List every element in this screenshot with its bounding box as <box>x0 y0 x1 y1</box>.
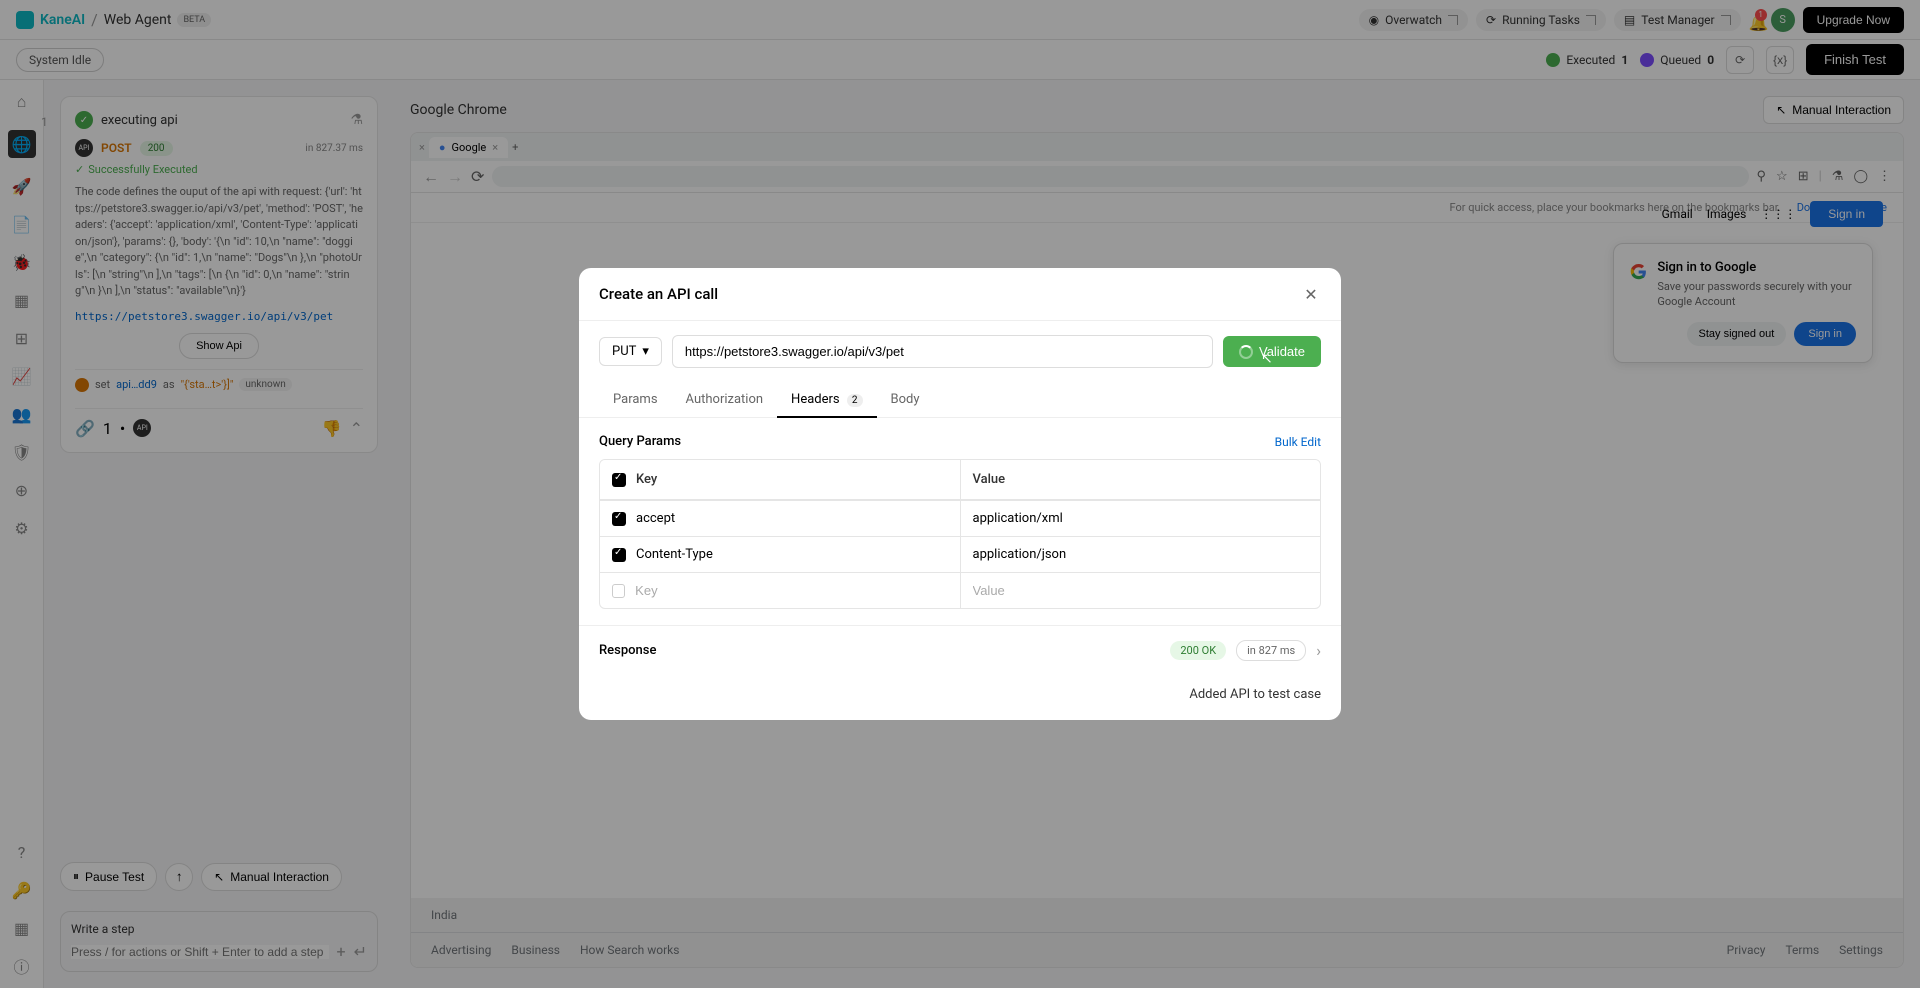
value-header: Value <box>961 460 1321 500</box>
modal-overlay: Create an API call ✕ PUT ▾ Validate ↖ Pa… <box>0 0 1920 988</box>
close-icon[interactable]: ✕ <box>1301 284 1321 304</box>
tab-headers[interactable]: Headers 2 <box>777 382 876 417</box>
spinner-icon <box>1239 345 1253 359</box>
key-input[interactable] <box>635 583 947 598</box>
response-title: Response <box>599 643 1160 658</box>
response-time: in 827 ms <box>1236 640 1306 661</box>
api-url-input[interactable] <box>672 335 1213 368</box>
success-message: Added API to test case <box>579 675 1341 720</box>
param-value[interactable]: application/xml <box>961 501 1321 536</box>
tab-params[interactable]: Params <box>599 382 672 417</box>
checkbox[interactable] <box>612 512 626 526</box>
tab-body[interactable]: Body <box>877 382 934 417</box>
table-header-row: Key Value <box>600 460 1320 501</box>
param-value[interactable]: application/json <box>961 537 1321 572</box>
response-section: Response 200 OK in 827 ms › <box>579 625 1341 675</box>
checkbox-all[interactable] <box>612 473 626 487</box>
modal-url-row: PUT ▾ Validate ↖ <box>579 321 1341 382</box>
table-row: Content-Type application/json <box>600 537 1320 573</box>
table-row: accept application/xml <box>600 501 1320 537</box>
headers-count-badge: 2 <box>847 394 863 407</box>
chevron-right-icon[interactable]: › <box>1316 641 1321 660</box>
bulk-edit-link[interactable]: Bulk Edit <box>1275 435 1321 449</box>
validate-button[interactable]: Validate ↖ <box>1223 336 1321 367</box>
modal-header: Create an API call ✕ <box>579 268 1341 321</box>
param-key[interactable]: accept <box>636 511 675 526</box>
tab-authorization[interactable]: Authorization <box>672 382 778 417</box>
modal-tabs: Params Authorization Headers 2 Body <box>579 382 1341 418</box>
query-params-title: Query Params <box>599 434 681 449</box>
checkbox-empty[interactable] <box>612 584 625 598</box>
value-input[interactable] <box>973 583 1309 598</box>
key-header: Key <box>636 472 657 487</box>
table-row-empty <box>600 573 1320 608</box>
query-params-section: Query Params Bulk Edit Key Value accept <box>579 418 1341 625</box>
api-call-modal: Create an API call ✕ PUT ▾ Validate ↖ Pa… <box>579 268 1341 720</box>
param-key[interactable]: Content-Type <box>636 547 713 562</box>
response-status: 200 OK <box>1170 641 1226 660</box>
cursor-icon: ↖ <box>1261 350 1273 367</box>
checkbox[interactable] <box>612 548 626 562</box>
params-table: Key Value accept application/xml Content… <box>599 459 1321 609</box>
method-select[interactable]: PUT ▾ <box>599 337 662 366</box>
modal-title: Create an API call <box>599 285 718 303</box>
chevron-down-icon: ▾ <box>642 344 649 359</box>
